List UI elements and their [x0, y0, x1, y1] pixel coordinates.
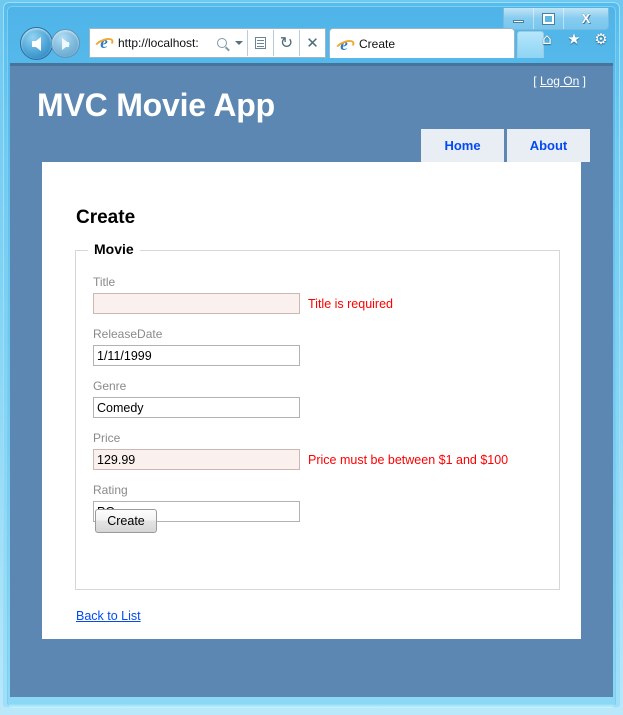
field-group-genre: Genre [93, 379, 308, 418]
field-row-releasedate [93, 345, 308, 366]
refresh-button[interactable]: ↻ [274, 29, 299, 57]
compatibility-view-button[interactable] [248, 29, 273, 57]
stop-button[interactable]: ✕ [300, 29, 325, 57]
field-label-releasedate: ReleaseDate [93, 327, 163, 341]
field-row-price: Price must be between $1 and $100 [93, 449, 508, 470]
site-title: MVC Movie App [37, 87, 275, 123]
fieldset-legend: Movie [88, 241, 140, 257]
logon-area: [ Log On ] [533, 74, 586, 88]
movie-fieldset: Movie Title Title is required ReleaseDat… [75, 241, 560, 590]
back-to-list-link[interactable]: Back to List [76, 609, 141, 623]
arrow-right-icon [61, 37, 70, 50]
forward-button[interactable] [51, 29, 80, 58]
create-button[interactable]: Create [95, 509, 157, 533]
field-row-genre [93, 397, 308, 418]
ie-logo-icon: e [333, 35, 357, 54]
title-input[interactable] [93, 293, 300, 314]
chevron-down-icon[interactable] [231, 41, 247, 45]
main-menu: Home About [418, 129, 590, 162]
field-label-price: Price [93, 431, 121, 445]
logon-link[interactable]: Log On [540, 74, 579, 88]
page-title: Create [76, 207, 136, 228]
maximize-icon [542, 12, 555, 25]
window-bottom-edge [9, 704, 614, 708]
arrow-left-icon [32, 36, 41, 51]
site-header: [ Log On ] MVC Movie App Home About [10, 66, 613, 162]
releasedate-input[interactable] [93, 345, 300, 366]
tools-gear-icon[interactable]: ⚙ [592, 30, 610, 48]
page-viewport: [ Log On ] MVC Movie App Home About Crea… [10, 63, 613, 697]
home-icon[interactable]: ⌂ [538, 30, 556, 48]
ie-logo-icon: e [92, 33, 116, 53]
menu-item-about[interactable]: About [507, 129, 590, 162]
toolbar-icon-group: ⌂ ★ ⚙ [538, 30, 610, 48]
field-label-genre: Genre [93, 379, 127, 393]
field-group-price: Price Price must be between $1 and $100 [93, 431, 508, 470]
tab-title: Create [359, 36, 396, 51]
url-text: http://localhost: [118, 36, 199, 50]
field-group-title: Title Title is required [93, 275, 393, 314]
field-row-title: Title is required [93, 293, 393, 314]
close-x-icon: ✕ [306, 34, 319, 52]
price-input[interactable] [93, 449, 300, 470]
validation-message-title: Title is required [308, 296, 393, 311]
genre-input[interactable] [93, 397, 300, 418]
field-label-rating: Rating [93, 483, 128, 497]
close-icon: X [581, 11, 591, 26]
refresh-icon: ↻ [279, 33, 294, 52]
validation-message-price: Price must be between $1 and $100 [308, 452, 509, 467]
search-icon[interactable] [213, 38, 231, 48]
field-label-title: Title [93, 275, 116, 289]
logon-bracket-close: ] [582, 74, 586, 88]
logon-bracket-open: [ [533, 74, 537, 88]
main-content: Create Movie Title Title is required Rel… [42, 162, 581, 639]
browser-tab[interactable]: e Create [329, 28, 515, 58]
address-bar[interactable]: e http://localhost: ↻ ✕ [89, 28, 326, 58]
field-group-releasedate: ReleaseDate [93, 327, 308, 366]
menu-item-home[interactable]: Home [421, 129, 504, 162]
back-button[interactable] [20, 27, 53, 60]
minimize-icon [513, 19, 524, 23]
compatibility-view-icon [255, 37, 266, 49]
favorites-star-icon[interactable]: ★ [565, 30, 583, 48]
browser-window: X e http://localhost: ↻ ✕ e Create ⌂ ★ ⚙… [0, 0, 623, 715]
browser-toolbar: e http://localhost: ↻ ✕ e Create ⌂ ★ ⚙ [9, 25, 614, 63]
